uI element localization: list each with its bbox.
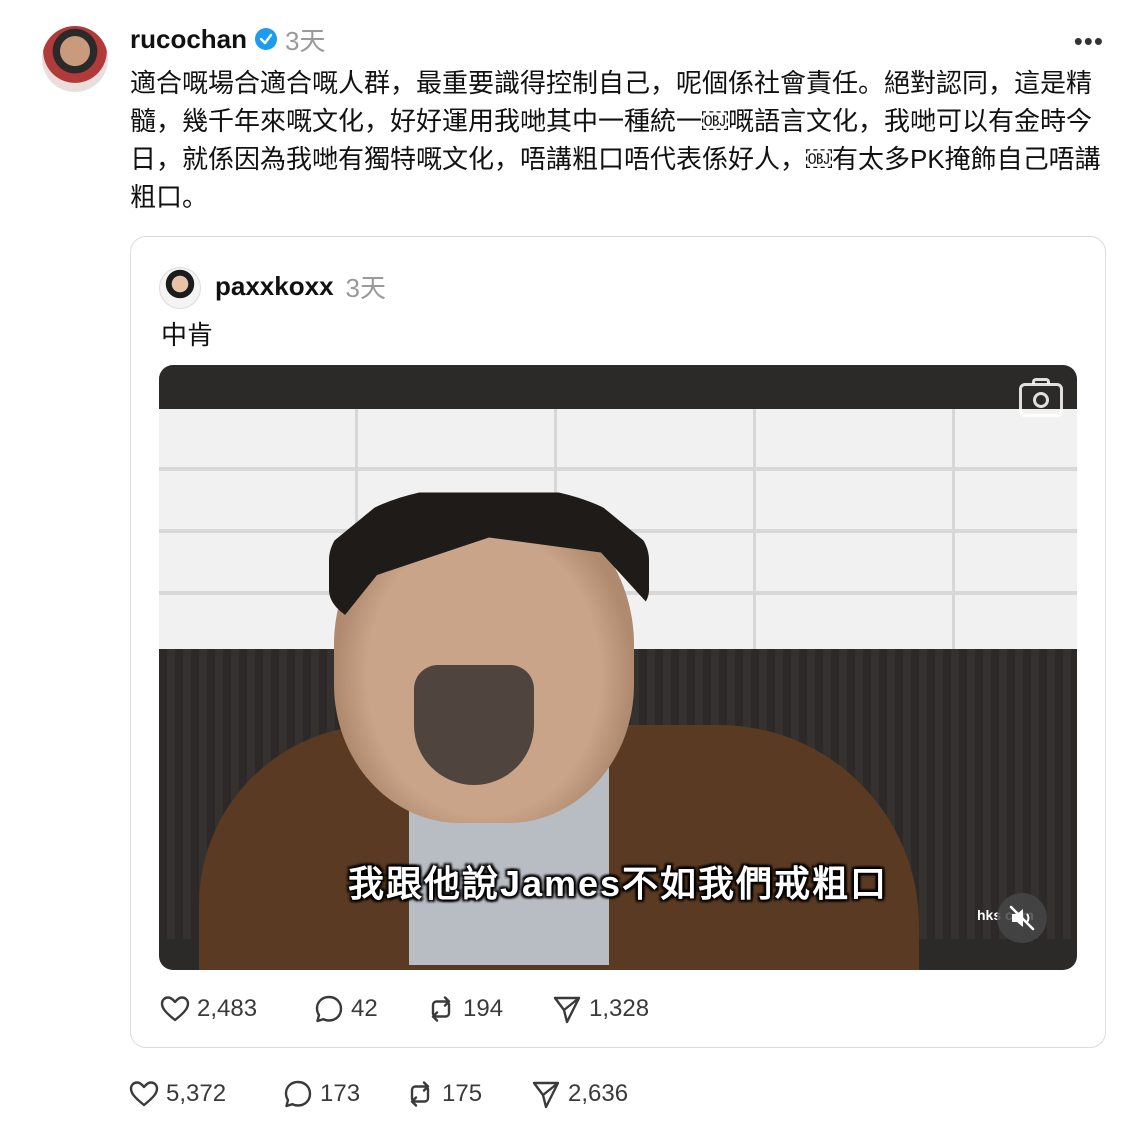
share-count: 1,328: [589, 995, 650, 1022]
video-frame-beard: [414, 665, 534, 785]
quoted-action-bar: 2,483 42 194 1,328: [159, 993, 671, 1025]
like-count: 5,372: [166, 1080, 227, 1107]
heart-icon: [160, 996, 190, 1022]
repost-icon: [431, 996, 451, 1022]
share-button[interactable]: 2,636: [530, 1078, 660, 1110]
like-button[interactable]: 5,372: [128, 1078, 246, 1110]
video-subtitle: 我跟他說James不如我們戒粗口: [347, 863, 889, 904]
video-player[interactable]: 我跟他說James不如我們戒粗口 hks com: [159, 365, 1077, 970]
avatar[interactable]: [42, 26, 108, 92]
post-action-bar: 5,372 173 175 2,636: [128, 1078, 660, 1110]
heart-icon: [129, 1081, 159, 1107]
mute-button[interactable]: [997, 893, 1047, 943]
share-icon: [532, 1081, 560, 1109]
reply-count: 173: [320, 1080, 361, 1107]
reply-button[interactable]: 173: [282, 1078, 402, 1110]
quoted-avatar[interactable]: [159, 267, 201, 309]
verified-badge-icon: [255, 28, 278, 50]
reply-count: 42: [351, 995, 378, 1022]
repost-icon: [410, 1081, 430, 1107]
post-time[interactable]: 3天: [285, 21, 325, 58]
quoted-author-name[interactable]: paxxkoxx: [215, 271, 334, 302]
camera-icon[interactable]: [1019, 378, 1063, 417]
share-icon: [553, 996, 581, 1024]
quoted-text: 中肯: [161, 320, 214, 350]
repost-button[interactable]: 175: [404, 1078, 516, 1110]
reply-icon: [315, 995, 343, 1023]
repost-count: 175: [442, 1080, 483, 1107]
volume-muted-icon: [1009, 905, 1035, 931]
quoted-like-button[interactable]: 2,483: [159, 993, 277, 1025]
author-name[interactable]: rucochan: [130, 24, 247, 55]
quoted-reply-button[interactable]: 42: [313, 993, 425, 1025]
share-count: 2,636: [568, 1080, 629, 1107]
post-text: 適合嘅場合適合嘅人群，最重要識得控制自己，呢個係社會責任。絕對認同，這是精髓，幾…: [130, 68, 1101, 212]
quoted-repost-button[interactable]: 194: [425, 993, 537, 1025]
more-horizontal-icon[interactable]: •••: [1074, 26, 1104, 57]
post-header: rucochan 3天: [130, 22, 326, 56]
reply-icon: [284, 1080, 312, 1108]
quoted-post-time[interactable]: 3天: [346, 268, 386, 305]
quoted-post[interactable]: paxxkoxx 3天 中肯 我跟他說James不如我們戒粗口 hks com …: [130, 236, 1106, 1048]
like-count: 2,483: [197, 995, 258, 1022]
quoted-share-button[interactable]: 1,328: [551, 993, 671, 1025]
quoted-header: paxxkoxx 3天: [215, 269, 386, 303]
repost-count: 194: [463, 995, 504, 1022]
